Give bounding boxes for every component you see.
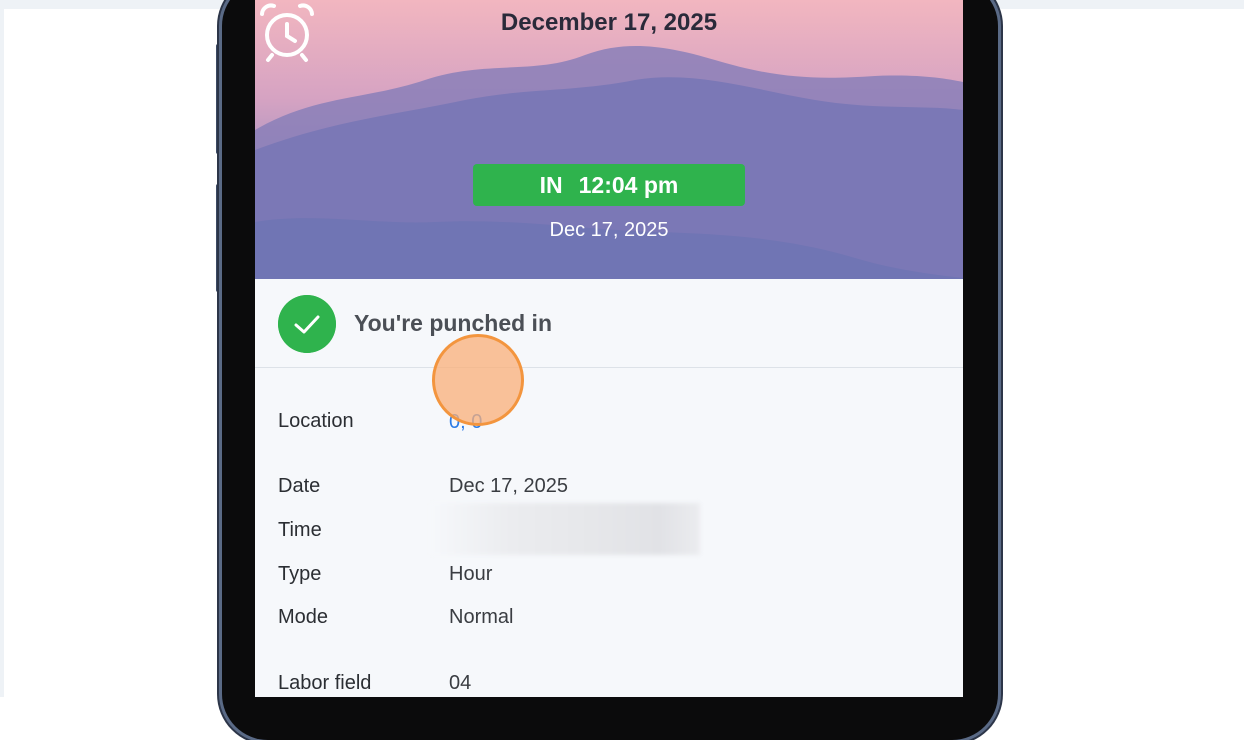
punch-confirmation: You're punched in	[255, 279, 963, 368]
labor-field-label: Labor field	[278, 672, 372, 694]
type-value: Hour	[449, 563, 493, 585]
alarm-clock-icon	[260, 3, 314, 62]
punched-in-message: You're punched in	[354, 310, 552, 336]
location-label: Location	[278, 410, 354, 432]
punch-status-badge: IN 12:04 pm	[473, 164, 745, 206]
click-indicator	[432, 334, 524, 426]
punch-direction: IN	[539, 171, 563, 198]
phone-screen: December 17, 2025 IN 12:04 pm Dec 17, 20…	[255, 0, 963, 697]
mode-value: Normal	[449, 606, 514, 628]
punch-header: December 17, 2025 IN 12:04 pm Dec 17, 20…	[255, 0, 963, 279]
mode-label: Mode	[278, 606, 329, 628]
labor-field-value: 04	[449, 672, 472, 694]
time-label: Time	[278, 519, 322, 541]
time-value-redacted	[430, 503, 700, 555]
type-label: Type	[278, 563, 322, 585]
check-circle-icon	[278, 295, 336, 353]
header-date: December 17, 2025	[500, 9, 718, 36]
page-left-edge	[0, 0, 4, 697]
punch-time: 12:04 pm	[578, 171, 679, 198]
punch-date: Dec 17, 2025	[549, 219, 669, 241]
date-label: Date	[278, 475, 321, 497]
date-value: Dec 17, 2025	[449, 475, 568, 497]
